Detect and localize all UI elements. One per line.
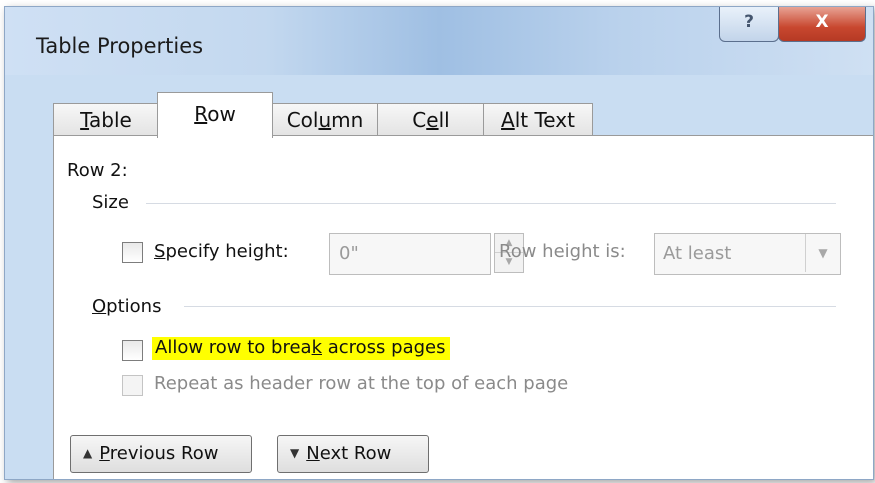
help-button[interactable]: ? [719,7,779,42]
row-height-is-value: At least [663,243,732,264]
close-button[interactable]: X [778,7,866,42]
size-section-divider [146,203,836,204]
close-icon: X [815,12,829,32]
tab-alt-text[interactable]: Alt Text [483,103,593,136]
row-height-input[interactable]: 0" [329,233,491,275]
window-title: Table Properties [36,34,204,58]
previous-row-button[interactable]: ▲ Previous Row [70,435,252,473]
chevron-down-icon[interactable]: ▼ [805,234,840,272]
specify-height-label: Specify height: [154,241,289,262]
allow-row-break-checkbox[interactable] [122,340,143,361]
allow-row-break-label: Allow row to break across pages [152,337,451,360]
row-height-is-label: Row height is: [499,241,626,262]
next-row-button[interactable]: ▼ Next Row [277,435,429,473]
row-height-is-select[interactable]: At least ▼ [654,233,841,275]
options-section-label: Options [92,296,162,317]
specify-height-checkbox[interactable] [122,242,143,263]
table-properties-dialog: Table Properties ? X Table Row Column Ce… [4,6,874,480]
title-bar[interactable]: Table Properties ? X [5,7,873,75]
question-mark-icon: ? [744,12,754,32]
row-number-label: Row 2: [67,160,128,181]
tab-row[interactable]: Row [157,92,273,138]
size-section-label: Size [92,192,129,213]
row-height-value: 0" [339,243,359,264]
tab-column[interactable]: Column [271,103,379,136]
repeat-header-row-label: Repeat as header row at the top of each … [154,373,569,394]
arrow-down-icon: ▼ [290,446,300,460]
tab-cell[interactable]: Cell [377,103,485,136]
tab-table[interactable]: Table [53,103,159,136]
highlighted-text: Allow row to break across pages [152,337,451,360]
row-tab-panel: Row 2: Size Specify height: 0" ▲ ▼ Row h… [53,135,873,479]
options-section-divider [184,306,836,307]
arrow-up-icon: ▲ [83,446,93,460]
repeat-header-row-checkbox[interactable] [122,375,143,396]
